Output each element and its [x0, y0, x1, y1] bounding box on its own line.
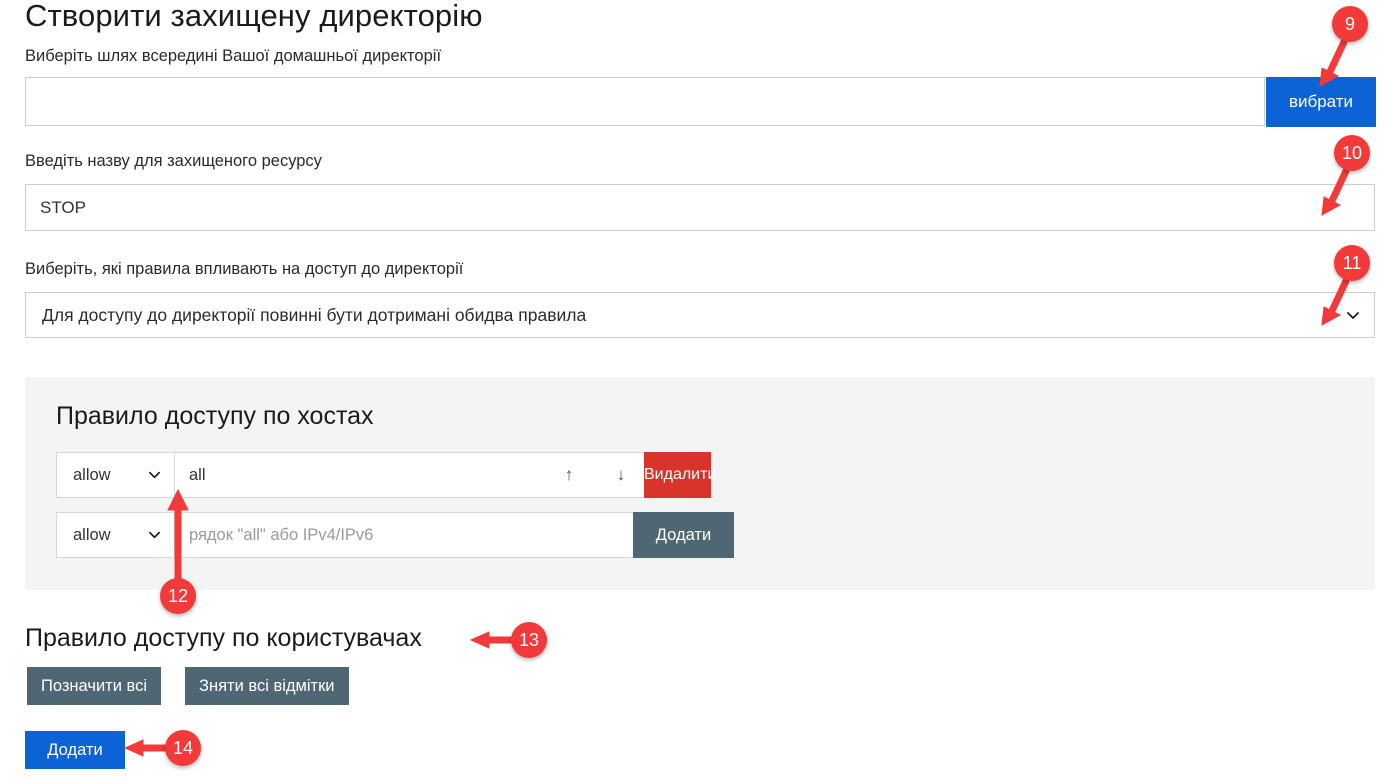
host-rule-row: allow all ↑ ↓ Видалити: [56, 452, 716, 498]
marker-badge-9: 9: [1332, 6, 1368, 42]
resource-name-label: Введіть назву для захищеного ресурсу: [25, 152, 322, 170]
rules-mode-selected-value: Для доступу до директорії повинні бути д…: [42, 305, 587, 325]
path-input[interactable]: [25, 77, 1265, 126]
marker-arrow-13: [469, 631, 518, 649]
host-rule-new-row: allow рядок "all" або IPv4/IPv6 Додати: [56, 512, 734, 558]
path-field-label: Виберіть шлях всередині Вашої домашньої …: [25, 47, 442, 65]
marker-badge-13: 13: [511, 622, 547, 658]
create-protected-directory-page: Створити захищену директорію Виберіть шл…: [0, 0, 1400, 773]
rules-mode-label: Виберіть, які правила впливають на досту…: [25, 260, 464, 278]
check-all-users-button[interactable]: Позначити всі: [27, 667, 162, 705]
marker-badge-10: 10: [1334, 135, 1370, 171]
uncheck-all-users-button[interactable]: Зняти всі відмітки: [185, 667, 349, 705]
delete-rule-button[interactable]: Видалити: [644, 452, 716, 498]
move-rule-down-icon[interactable]: ↓: [610, 453, 632, 497]
host-access-rules-panel: Правило доступу по хостах allow all ↑ ↓ …: [25, 377, 1375, 590]
add-host-rule-button[interactable]: Додати: [633, 512, 734, 558]
new-host-rule-input[interactable]: рядок "all" або IPv4/IPv6: [176, 513, 373, 557]
user-rules-heading: Правило доступу по користувачах: [25, 624, 422, 652]
submit-button[interactable]: Додати: [25, 731, 125, 769]
rules-mode-select[interactable]: Для доступу до директорії повинні бути д…: [25, 292, 1375, 338]
marker-badge-14: 14: [165, 730, 201, 766]
chevron-down-icon: [148, 528, 162, 542]
marker-arrow-14: [123, 739, 172, 757]
host-rule-action-value: allow: [73, 466, 111, 484]
choose-path-button[interactable]: вибрати: [1266, 77, 1376, 127]
chevron-down-icon: [1346, 308, 1360, 322]
new-host-rule-action-select[interactable]: allow: [57, 513, 175, 557]
page-title: Створити захищену директорію: [25, 0, 483, 33]
host-rules-heading: Правило доступу по хостах: [56, 402, 374, 430]
chevron-down-icon: [148, 468, 162, 482]
host-rule-value[interactable]: all: [176, 453, 206, 497]
marker-badge-11: 11: [1334, 245, 1370, 281]
move-rule-up-icon[interactable]: ↑: [558, 453, 580, 497]
resource-name-input[interactable]: [25, 184, 1375, 231]
host-rule-action-select[interactable]: allow: [57, 453, 175, 497]
new-host-rule-action-value: allow: [73, 526, 111, 544]
